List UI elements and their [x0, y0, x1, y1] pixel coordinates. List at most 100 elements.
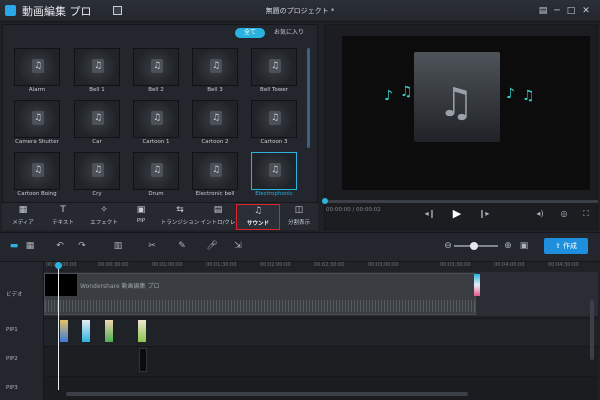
pip-clip[interactable]	[60, 320, 68, 342]
storyboard-view-icon[interactable]: ▦	[24, 240, 36, 252]
sound-item-label: Drum	[148, 191, 164, 197]
maximize-icon[interactable]: □	[566, 6, 576, 16]
sound-item-thumbnail[interactable]: ♫	[192, 100, 238, 138]
fullscreen-icon[interactable]: ⛶	[580, 209, 592, 219]
sound-item-thumbnail[interactable]: ♫	[192, 48, 238, 86]
preview-progress-bar[interactable]	[322, 200, 598, 203]
sound-item-thumbnail[interactable]: ♫	[74, 152, 120, 190]
playhead-handle[interactable]	[55, 262, 62, 269]
pip-clip[interactable]	[82, 320, 90, 342]
ruler-tick: 00:04:00:00	[494, 262, 525, 268]
cut-icon[interactable]: ✂	[146, 240, 158, 252]
pip1-track[interactable]	[44, 318, 598, 346]
tool-transition-button[interactable]: ⇆ トランジション	[160, 204, 200, 230]
zoom-slider-knob[interactable]	[470, 242, 478, 250]
sound-item-thumbnail[interactable]: ♫	[14, 48, 60, 86]
sound-item-thumbnail[interactable]: ♫	[251, 48, 297, 86]
track-label-pip3: PIP3	[6, 385, 18, 391]
sound-item-thumbnail[interactable]: ♫	[14, 100, 60, 138]
ruler-tick: 00:03:30:00	[440, 262, 471, 268]
library-scrollbar[interactable]	[307, 48, 310, 148]
voiceover-mic-icon[interactable]: 🎤︎	[206, 240, 218, 252]
decor-note-icon: ♪	[384, 88, 393, 104]
sound-item-label: Bell 2	[148, 87, 164, 93]
effect-wand-icon: ✧	[100, 205, 108, 215]
ruler-tick: 00:01:30:00	[206, 262, 237, 268]
zoom-in-icon[interactable]: ⊕	[502, 240, 514, 252]
pip-clip[interactable]	[138, 320, 146, 342]
sound-clip[interactable]	[474, 274, 480, 296]
sound-item-thumbnail[interactable]: ♫	[14, 152, 60, 190]
undo-icon[interactable]: ↶	[54, 240, 66, 252]
pip-clip[interactable]	[139, 348, 147, 372]
audio-waveform	[45, 300, 475, 312]
time-display: 00:00:00 / 00:00:02	[326, 207, 381, 213]
decor-note-icon: ♫	[400, 84, 413, 100]
pip3-track[interactable]	[44, 376, 598, 400]
sound-item-thumbnail[interactable]: ♫	[251, 100, 297, 138]
edit-icon[interactable]: ✎	[176, 240, 188, 252]
close-icon[interactable]: ✕	[581, 6, 591, 16]
next-frame-icon[interactable]: ❙▸	[478, 209, 490, 219]
text-icon: T	[60, 205, 66, 215]
sound-item-thumbnail[interactable]: ♫	[133, 48, 179, 86]
sound-item-label: Cartoon 1	[142, 139, 170, 145]
sound-item-label: Car	[92, 139, 102, 145]
video-clip-thumbnail	[45, 274, 77, 296]
sound-item-thumbnail[interactable]: ♫	[74, 100, 120, 138]
decor-note-icon: ♫	[522, 88, 535, 104]
video-clip-label: Wondershare 動画編集 プロ	[80, 283, 160, 290]
fit-timeline-icon[interactable]: ▣	[518, 240, 530, 252]
music-note-icon: ♫	[151, 111, 163, 125]
transition-icon: ⇆	[176, 205, 184, 215]
tool-sound-button[interactable]: ♫ サウンド	[236, 204, 280, 230]
music-note-icon: ♫	[92, 163, 104, 177]
tool-effect-button[interactable]: ✧ エフェクト	[86, 204, 122, 230]
prev-frame-icon[interactable]: ◂❙	[424, 209, 436, 219]
timeline-view-icon[interactable]: ▬	[8, 240, 20, 252]
filter-all-button[interactable]: 全て	[235, 28, 265, 38]
tool-text-button[interactable]: T テキスト	[46, 204, 80, 230]
progress-knob[interactable]	[322, 198, 328, 204]
sound-item-label: Bell 1	[89, 87, 105, 93]
sound-item-label: Camera Shutter	[15, 139, 59, 145]
music-note-icon: ♫	[269, 111, 281, 125]
sound-item-thumbnail[interactable]: ♫	[133, 152, 179, 190]
snapshot-icon[interactable]: ◎	[558, 209, 570, 219]
pip-clip[interactable]	[105, 320, 113, 342]
timeline-horizontal-scrollbar[interactable]	[66, 392, 468, 396]
pip2-track[interactable]	[44, 346, 598, 376]
playhead[interactable]	[58, 262, 59, 390]
tool-split-button[interactable]: ◫ 分割表示	[284, 204, 314, 230]
sound-item-label: Alarm	[28, 87, 46, 93]
track-label-video: ビデオ	[6, 292, 23, 298]
music-note-icon: ♫	[151, 59, 163, 73]
tool-media-button[interactable]: ▦ メディア	[6, 204, 40, 230]
minimize-icon[interactable]: ─	[552, 6, 562, 16]
volume-icon[interactable]: ◂)	[534, 209, 546, 219]
play-icon[interactable]: ▶	[451, 208, 463, 219]
delete-icon[interactable]: ▥	[112, 240, 124, 252]
zoom-out-icon[interactable]: ⊖	[442, 240, 454, 252]
pip-icon: ▣	[136, 205, 146, 215]
redo-icon[interactable]: ↷	[76, 240, 88, 252]
sound-item-label: Bell 3	[207, 87, 223, 93]
timeline-vertical-scrollbar[interactable]	[590, 300, 594, 360]
music-note-icon: ♫	[210, 111, 222, 125]
sound-item-thumbnail[interactable]: ♫	[74, 48, 120, 86]
menu-icon[interactable]: ▤	[538, 6, 548, 16]
track-label-pip2: PIP2	[6, 356, 18, 362]
ruler-tick: 00:04:30:00	[548, 262, 579, 268]
create-button[interactable]: ⇪ 作成	[544, 238, 588, 254]
tool-intro-button[interactable]: ▤ イントロ/クレ	[200, 204, 236, 230]
sound-item-thumbnail[interactable]: ♫	[192, 152, 238, 190]
sound-item-thumbnail[interactable]: ♫	[133, 100, 179, 138]
sound-item-thumbnail[interactable]: ♫	[251, 152, 297, 190]
detach-audio-icon[interactable]: ⇲	[232, 240, 244, 252]
music-note-icon: ♫	[92, 111, 104, 125]
filter-favorites-button[interactable]: お気に入り	[268, 28, 310, 38]
music-note-icon: ♫	[438, 80, 474, 126]
intro-credits-icon: ▤	[213, 205, 223, 215]
tool-pip-button[interactable]: ▣ PIP	[128, 204, 154, 230]
ruler-tick: 00:02:30:00	[314, 262, 345, 268]
